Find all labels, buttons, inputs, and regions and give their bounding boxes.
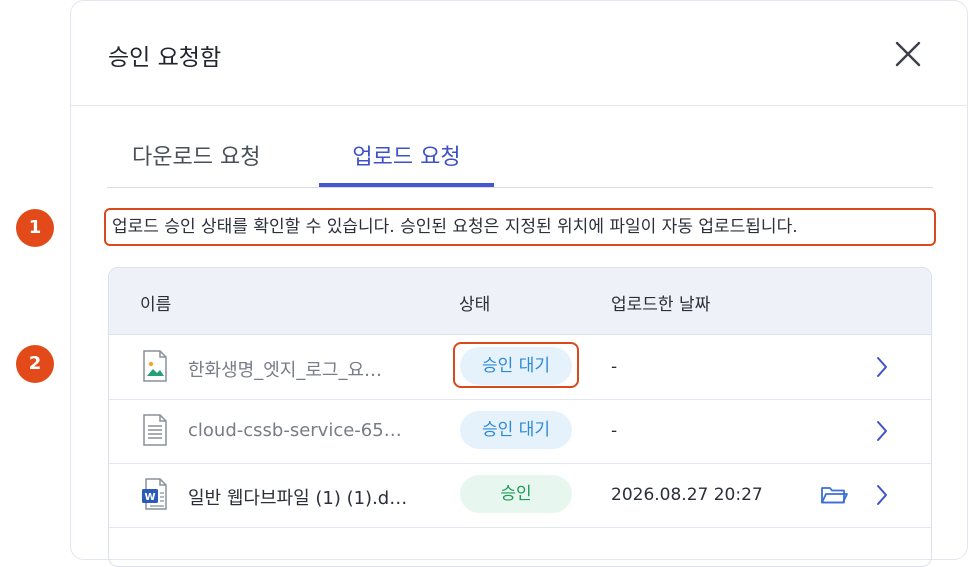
text-file-icon (143, 414, 167, 446)
table-header: 이름 상태 업로드한 날짜 (109, 268, 931, 335)
tab-upload-requests[interactable]: 업로드 요청 (319, 139, 494, 187)
file-name: 일반 웹다브파일 (1) (1).d… (188, 488, 408, 509)
word-file-icon: W (142, 478, 167, 510)
table-row[interactable]: 한화생명_엣지_로그_요… 승인 대기 - (109, 335, 931, 400)
table-row[interactable] (109, 527, 931, 566)
column-header-date: 업로드한 날짜 (611, 295, 711, 315)
dialog-title: 승인 요청함 (108, 45, 222, 71)
close-button[interactable] (893, 39, 923, 69)
table-row[interactable]: cloud-cssb-service-65… 승인 대기 - (109, 399, 931, 464)
upload-date: 2026.08.27 20:27 (611, 485, 763, 505)
status-badge: 승인 대기 (460, 347, 572, 385)
upload-date: - (611, 357, 618, 377)
folder-icon[interactable] (820, 485, 848, 505)
status-badge: 승인 (460, 475, 572, 513)
chevron-right-icon[interactable] (875, 419, 889, 443)
request-tabs: 다운로드 요청 업로드 요청 (107, 133, 933, 188)
upload-date: - (611, 421, 618, 441)
table-row[interactable]: W 일반 웹다브파일 (1) (1).d… 승인 2026.08.27 20:2… (109, 463, 931, 528)
svg-text:W: W (144, 492, 155, 503)
column-header-name: 이름 (140, 295, 172, 315)
approval-requests-dialog: 승인 요청함 다운로드 요청 업로드 요청 업로드 승인 상태를 확인할 수 있… (70, 0, 968, 567)
chevron-right-icon[interactable] (875, 355, 889, 379)
image-file-icon (143, 350, 167, 382)
annotation-marker-2: 2 (16, 345, 54, 383)
column-header-status: 상태 (459, 295, 491, 315)
file-name: 한화생명_엣지_로그_요… (188, 360, 383, 381)
dialog-header: 승인 요청함 (71, 1, 967, 106)
file-name: cloud-cssb-service-65… (188, 420, 402, 441)
annotation-marker-1: 1 (16, 209, 54, 247)
chevron-right-icon[interactable] (875, 483, 889, 507)
close-icon (895, 41, 921, 67)
tab-download-requests[interactable]: 다운로드 요청 (132, 139, 260, 187)
upload-requests-table: 이름 상태 업로드한 날짜 한화생명_엣지_로그_요… 승인 대기 - clou… (108, 267, 932, 567)
upload-notice: 업로드 승인 상태를 확인할 수 있습니다. 승인된 요청은 지정된 위치에 파… (104, 208, 936, 246)
status-badge: 승인 대기 (460, 411, 572, 449)
